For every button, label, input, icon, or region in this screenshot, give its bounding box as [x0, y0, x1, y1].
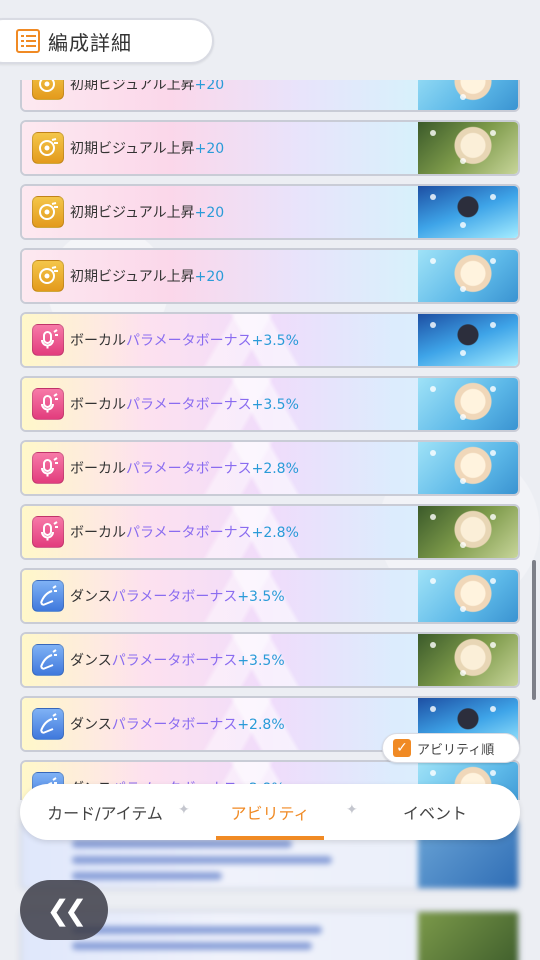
ability-text: 初期ビジュアル上昇+20: [70, 205, 225, 221]
card-thumbnail[interactable]: [418, 80, 518, 110]
ability-row[interactable]: ボーカルパラメータボーナス+3.5%: [20, 376, 520, 432]
visual-ability-icon: [32, 260, 64, 292]
tab-ability[interactable]: アビリティ: [216, 784, 324, 840]
ability-row[interactable]: ボーカルパラメータボーナス+3.5%: [20, 312, 520, 368]
microphone-icon: [32, 452, 64, 484]
tab-separator-icon: ✦: [346, 802, 358, 818]
ability-row[interactable]: ダンスパラメータボーナス+3.5%: [20, 568, 520, 624]
sort-label: アビリティ順: [417, 742, 495, 758]
card-thumbnail[interactable]: [418, 378, 518, 430]
active-tab-indicator: [216, 836, 324, 840]
microphone-icon: [32, 388, 64, 420]
ability-text: ボーカルパラメータボーナス+2.8%: [70, 461, 299, 477]
ability-text: ボーカルパラメータボーナス+2.8%: [70, 525, 299, 541]
visual-ability-icon: [32, 196, 64, 228]
card-thumbnail[interactable]: [418, 122, 518, 174]
microphone-icon: [32, 324, 64, 356]
back-button[interactable]: ❮❮: [20, 880, 108, 940]
card-thumbnail[interactable]: [418, 250, 518, 302]
ability-row[interactable]: 初期ビジュアル上昇+20: [20, 80, 520, 112]
ability-sort-toggle[interactable]: ✓ アビリティ順: [382, 733, 520, 763]
ability-text: ボーカルパラメータボーナス+3.5%: [70, 333, 299, 349]
dance-shoe-icon: [32, 580, 64, 612]
ability-row[interactable]: 初期ビジュアル上昇+20: [20, 184, 520, 240]
card-thumbnail[interactable]: [418, 442, 518, 494]
ability-row[interactable]: ボーカルパラメータボーナス+2.8%: [20, 504, 520, 560]
dance-shoe-icon: [32, 708, 64, 740]
ability-text: ダンスパラメータボーナス+2.8%: [70, 717, 285, 733]
microphone-icon: [32, 516, 64, 548]
card-thumbnail[interactable]: [418, 506, 518, 558]
bottom-tab-bar: カード/アイテム ✦ アビリティ ✦ イベント: [20, 784, 520, 840]
ability-text: ダンスパラメータボーナス+3.5%: [70, 589, 285, 605]
sort-checkbox[interactable]: ✓: [393, 739, 411, 757]
ability-row[interactable]: 初期ビジュアル上昇+20: [20, 120, 520, 176]
dance-shoe-icon: [32, 644, 64, 676]
card-thumbnail[interactable]: [418, 314, 518, 366]
ability-text: 初期ビジュアル上昇+20: [70, 141, 225, 157]
ability-text: ダンスパラメータボーナス+3.5%: [70, 653, 285, 669]
page-title: 編成詳細: [48, 30, 132, 55]
ability-list[interactable]: 初期ビジュアル上昇+20 初期ビジュアル上昇+20 初期ビジュアル上昇+20 初期ビジ…: [20, 80, 520, 800]
card-thumbnail[interactable]: [418, 570, 518, 622]
ability-row[interactable]: ボーカルパラメータボーナス+2.8%: [20, 440, 520, 496]
card-thumbnail[interactable]: [418, 186, 518, 238]
ability-text: 初期ビジュアル上昇+20: [70, 80, 225, 93]
ability-text: 初期ビジュアル上昇+20: [70, 269, 225, 285]
list-icon: [16, 29, 40, 53]
card-thumbnail[interactable]: [418, 634, 518, 686]
page-header: 編成詳細: [0, 18, 214, 64]
ability-text: ボーカルパラメータボーナス+3.5%: [70, 397, 299, 413]
visual-ability-icon: [32, 132, 64, 164]
scrollbar[interactable]: [532, 560, 536, 700]
tab-separator-icon: ✦: [178, 802, 190, 818]
visual-ability-icon: [32, 80, 64, 100]
tab-event[interactable]: イベント: [380, 784, 490, 840]
ability-row[interactable]: 初期ビジュアル上昇+20: [20, 248, 520, 304]
tab-card-item[interactable]: カード/アイテム: [20, 784, 190, 840]
ability-row[interactable]: ダンスパラメータボーナス+3.5%: [20, 632, 520, 688]
